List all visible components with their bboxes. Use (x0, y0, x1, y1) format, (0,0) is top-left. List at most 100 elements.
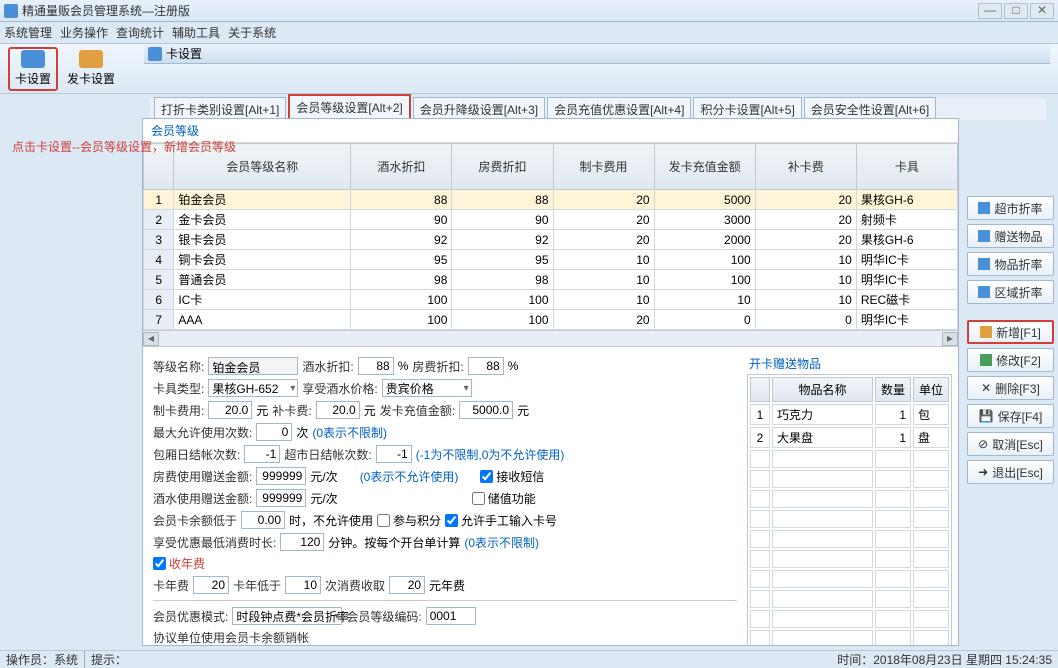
issue-icon (79, 50, 103, 68)
make-fee-label: 制卡费用: (153, 402, 204, 419)
disc-mode-select[interactable]: 时段钟点费*会员折率 (232, 607, 342, 625)
annual-fee-label: 卡年费 (153, 577, 189, 594)
close-button[interactable]: ✕ (1030, 3, 1054, 19)
list-item[interactable]: 1巧克力1包 (750, 404, 949, 425)
section-title: 会员等级 (143, 119, 958, 143)
horizontal-scrollbar[interactable]: ◂ ▸ (143, 330, 958, 346)
new-button[interactable]: 新增[F1] (967, 320, 1054, 344)
min-spend-label: 享受优惠最低消费时长: (153, 534, 276, 551)
grid-header: 酒水折扣 (351, 144, 452, 190)
grid-header: 卡具 (856, 144, 957, 190)
menu-business[interactable]: 业务操作 (60, 24, 108, 41)
side-button-panel: 超市折率赠送物品物品折率区域折率新增[F1] 修改[F2] ✕ 删除[F3] 💾 保存… (963, 116, 1058, 650)
exit-button[interactable]: ➜ 退出[Esc] (967, 460, 1054, 484)
note-neg1: (-1为不限制,0为不允许使用) (416, 446, 565, 463)
annual-low-input[interactable]: 10 (285, 576, 321, 594)
mkt-rate-button[interactable]: 超市折率 (967, 196, 1054, 220)
annotation-note: 点击卡设置--会员等级设置，新增会员等级 (12, 138, 236, 155)
max-use-input[interactable]: 0 (256, 423, 292, 441)
cancel-button[interactable]: ⊘ 取消[Esc] (967, 432, 1054, 456)
disc-mode-label: 会员优惠模式: (153, 608, 228, 625)
toolbar: 卡设置 发卡设置 卡设置 (0, 44, 1058, 94)
level-name-input[interactable]: 铂金会员 (208, 357, 298, 375)
edit-button[interactable]: 修改[F2] (967, 348, 1054, 372)
daily-room-input[interactable]: -1 (244, 445, 280, 463)
menubar: 系统管理 业务操作 查询统计 辅助工具 关于系统 (0, 22, 1058, 44)
card-type-label: 卡具类型: (153, 380, 204, 397)
wine-gift-input[interactable]: 999999 (256, 489, 306, 507)
gift-grid[interactable]: 物品名称数量单位1巧克力1包2大果盘1盘 (747, 374, 952, 645)
mkt-rate-icon (978, 202, 990, 214)
table-row[interactable]: 2金卡会员909020300020射频卡 (144, 210, 958, 230)
table-row[interactable]: 4铜卡会员95951010010明华IC卡 (144, 250, 958, 270)
card-type-select[interactable]: 果核GH-652 (208, 379, 298, 397)
menu-system[interactable]: 系统管理 (4, 24, 52, 41)
daily-shop-label: 超市日结帐次数: (284, 446, 371, 463)
gift-header: 数量 (875, 377, 911, 402)
daily-room-label: 包厢日结帐次数: (153, 446, 240, 463)
area-rate-icon (978, 286, 990, 298)
store-func-checkbox[interactable] (472, 492, 485, 505)
annual-collect-input[interactable]: 20 (389, 576, 425, 594)
window-title: 精通量贩会员管理系统—注册版 (22, 2, 190, 19)
toolbar-label: 卡设置 (15, 70, 51, 87)
minimize-button[interactable]: — (978, 3, 1002, 19)
annual-collect-label: 次消费收取 (325, 577, 385, 594)
toolbar-label: 发卡设置 (67, 70, 115, 87)
table-row[interactable]: 6IC卡100100101010REC磁卡 (144, 290, 958, 310)
save-button[interactable]: 💾 保存[F4] (967, 404, 1054, 428)
topup-input[interactable]: 5000.0 (459, 401, 513, 419)
room-disc-label: 房费折扣: (412, 358, 463, 375)
manual-card-checkbox[interactable] (445, 514, 458, 527)
annual-fee-checkbox[interactable] (153, 557, 166, 570)
room-gift-input[interactable]: 999999 (256, 467, 306, 485)
gift-title: 开卡赠送物品 (747, 353, 952, 374)
menu-query[interactable]: 查询统计 (116, 24, 164, 41)
join-points-checkbox[interactable] (377, 514, 390, 527)
annual-fee-input[interactable]: 20 (193, 576, 229, 594)
table-row[interactable]: 5普通会员98981010010明华IC卡 (144, 270, 958, 290)
balance-low-input[interactable]: 0.00 (241, 511, 285, 529)
item-rate-button[interactable]: 物品折率 (967, 252, 1054, 276)
status-operator: 操作员：系统 (6, 651, 78, 668)
delete-button[interactable]: ✕ 删除[F3] (967, 376, 1054, 400)
gift-header: 物品名称 (772, 377, 873, 402)
wine-gift-label: 酒水使用赠送金额: (153, 490, 252, 507)
min-spend-input[interactable]: 120 (280, 533, 324, 551)
gift-item-button[interactable]: 赠送物品 (967, 224, 1054, 248)
wine-price-label: 享受酒水价格: (302, 380, 377, 397)
wine-price-select[interactable]: 贵宾价格 (382, 379, 472, 397)
subwindow-titlebar: 卡设置 (144, 44, 1050, 64)
max-use-label: 最大允许使用次数: (153, 424, 252, 441)
level-code-input[interactable]: 0001 (426, 607, 476, 625)
item-rate-icon (978, 258, 990, 270)
status-time: 时间：2018年08月23日 星期四 15:24:35 (837, 651, 1052, 668)
gift-header (750, 377, 770, 402)
recv-sms-checkbox[interactable] (480, 470, 493, 483)
gift-panel: 开卡赠送物品 物品名称数量单位1巧克力1包2大果盘1盘 (747, 353, 952, 639)
table-row[interactable]: 3银卡会员929220200020果核GH-6 (144, 230, 958, 250)
make-fee-input[interactable]: 20.0 (208, 401, 252, 419)
list-item[interactable]: 2大果盘1盘 (750, 427, 949, 448)
note-noallow: (0表示不允许使用) (360, 468, 459, 485)
scroll-left-icon[interactable]: ◂ (143, 332, 159, 346)
room-gift-label: 房费使用赠送金额: (153, 468, 252, 485)
note-unlimited: (0表示不限制) (312, 424, 387, 441)
card-icon (21, 50, 45, 68)
member-level-grid[interactable]: 会员等级名称酒水折扣房费折扣制卡费用发卡充值金额补卡费卡具1铂金会员888820… (143, 143, 958, 347)
wine-disc-input[interactable]: 88 (358, 357, 394, 375)
maximize-button[interactable]: □ (1004, 3, 1028, 19)
daily-shop-input[interactable]: -1 (376, 445, 412, 463)
room-disc-input[interactable]: 88 (468, 357, 504, 375)
scroll-right-icon[interactable]: ▸ (942, 332, 958, 346)
refill-fee-input[interactable]: 20.0 (316, 401, 360, 419)
level-name-label: 等级名称: (153, 358, 204, 375)
agreement-label: 协议单位使用会员卡余额销帐 (153, 629, 309, 645)
menu-tools[interactable]: 辅助工具 (172, 24, 220, 41)
toolbar-card-setting[interactable]: 卡设置 (8, 47, 58, 91)
menu-about[interactable]: 关于系统 (228, 24, 276, 41)
toolbar-issue-setting[interactable]: 发卡设置 (66, 47, 116, 91)
area-rate-button[interactable]: 区域折率 (967, 280, 1054, 304)
table-row[interactable]: 1铂金会员888820500020果核GH-6 (144, 190, 958, 210)
table-row[interactable]: 7AAA1001002000明华IC卡 (144, 310, 958, 330)
